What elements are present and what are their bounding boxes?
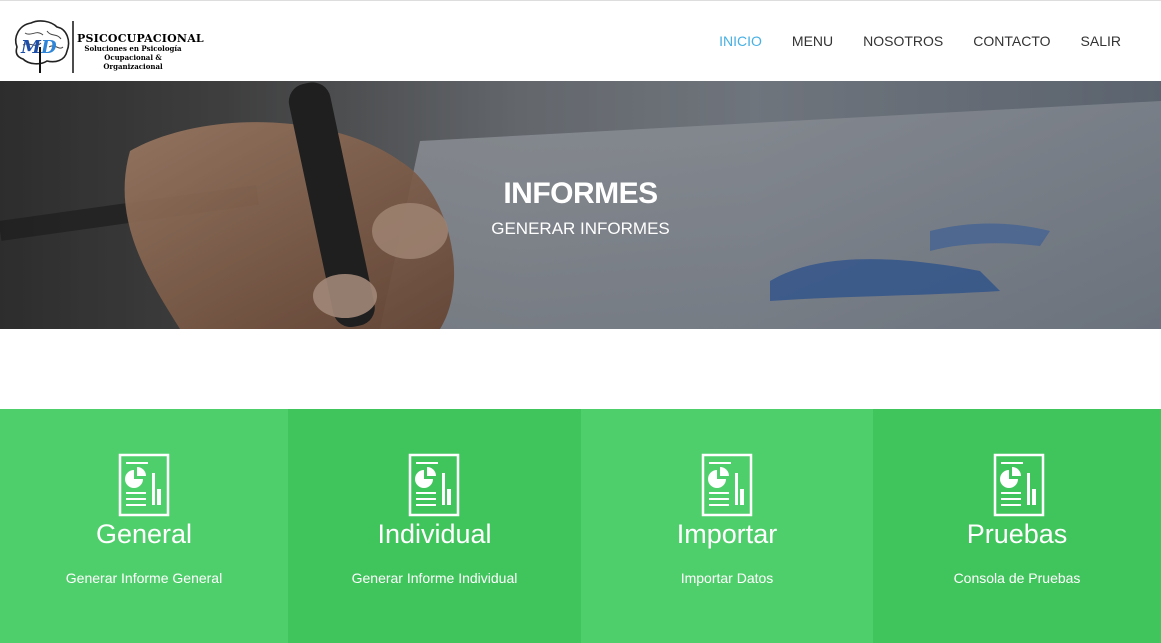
tile-description: Generar Informe General	[65, 570, 223, 586]
tile-description: Consola de Pruebas	[953, 570, 1081, 586]
brand-text: PSICOCUPACIONAL Soluciones en Psicología…	[77, 33, 204, 71]
tile-general[interactable]: General Generar Informe General	[0, 409, 288, 643]
nav-nosotros[interactable]: NOSOTROS	[863, 33, 943, 49]
tile-title: Individual	[377, 519, 492, 549]
main-nav: INICIO MENU NOSOTROS CONTACTO SALIR	[689, 33, 1121, 49]
tile-description: Importar Datos	[680, 570, 774, 586]
brand-subtitle-1: Soluciones en Psicología	[84, 44, 182, 53]
nav-inicio[interactable]: INICIO	[719, 33, 762, 49]
nav-menu[interactable]: MENU	[792, 33, 833, 49]
tile-description: Generar Informe Individual	[351, 570, 518, 586]
brand-title: PSICOCUPACIONAL	[77, 32, 204, 45]
svg-text:D: D	[40, 37, 57, 58]
nav-contacto[interactable]: CONTACTO	[973, 33, 1050, 49]
tile-importar[interactable]: Importar Importar Datos	[581, 409, 873, 643]
tiles-row: General Generar Informe General Individu…	[0, 409, 1161, 643]
hero-title: INFORMES	[503, 177, 658, 210]
navbar: M D PSICOCUPACIONAL Soluciones en Psicol…	[0, 0, 1161, 80]
report-chart-icon	[408, 453, 460, 517]
tile-title: Importar	[676, 519, 778, 549]
nav-salir[interactable]: SALIR	[1081, 33, 1121, 49]
svg-text:M: M	[20, 37, 42, 58]
brain-logo-icon: M D	[15, 20, 74, 73]
report-chart-icon	[118, 453, 170, 517]
hero-subtitle: GENERAR INFORMES	[491, 219, 670, 238]
tile-individual[interactable]: Individual Generar Informe Individual	[288, 409, 581, 643]
report-chart-icon	[993, 453, 1045, 517]
tile-title: Pruebas	[966, 519, 1068, 549]
hero-banner: INFORMES GENERAR INFORMES	[0, 81, 1161, 329]
brand-subtitle-2: Ocupacional & Organizacional	[103, 53, 163, 71]
brand-logo[interactable]: M D PSICOCUPACIONAL Soluciones en Psicol…	[11, 17, 204, 75]
tile-pruebas[interactable]: Pruebas Consola de Pruebas	[873, 409, 1161, 643]
report-chart-icon	[701, 453, 753, 517]
tile-title: General	[95, 519, 193, 549]
